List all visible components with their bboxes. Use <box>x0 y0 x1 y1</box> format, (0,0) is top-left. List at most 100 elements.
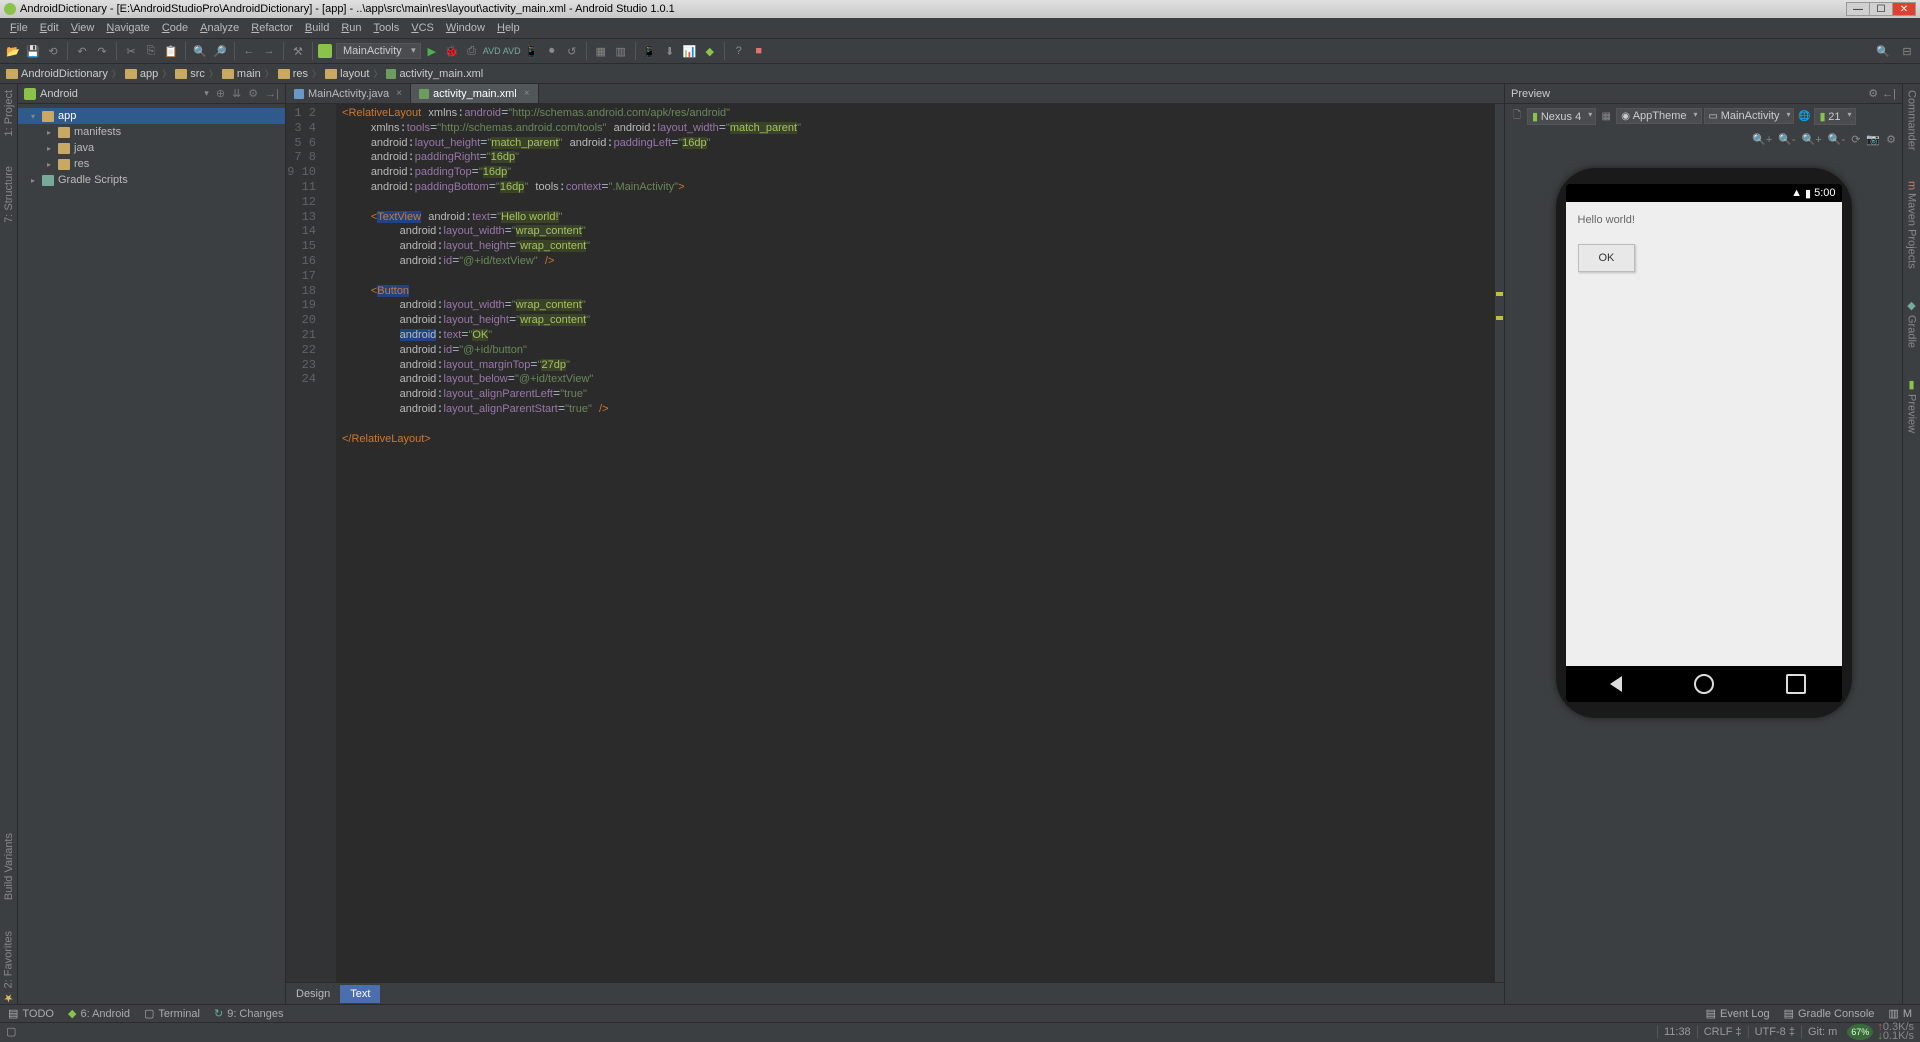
device-dropdown[interactable]: ▮ Nexus 4 <box>1527 108 1596 125</box>
menu-view[interactable]: View <box>65 20 101 36</box>
android-tool-button[interactable]: ◆ 6: Android <box>68 1007 130 1020</box>
menu-file[interactable]: File <box>4 20 34 36</box>
menu-analyze[interactable]: Analyze <box>194 20 245 36</box>
menu-refactor[interactable]: Refactor <box>245 20 299 36</box>
project-view-dropdown[interactable]: Android <box>40 88 200 100</box>
toggle-toolbar-icon[interactable]: ⊟ <box>1898 42 1916 60</box>
breadcrumb-item[interactable]: AndroidDictionary <box>6 68 108 80</box>
changes-tool-button[interactable]: ↻ 9: Changes <box>214 1007 283 1020</box>
menu-tools[interactable]: Tools <box>368 20 406 36</box>
cut-icon[interactable]: ✂ <box>122 42 140 60</box>
redo-icon[interactable]: ↷ <box>93 42 111 60</box>
close-tab-icon[interactable]: × <box>524 88 530 99</box>
project-tool-button[interactable]: 1: Project <box>3 90 15 136</box>
memory-tool-button[interactable]: ▥ M <box>1888 1007 1912 1020</box>
avd-manager-icon[interactable]: 📱 <box>641 42 659 60</box>
theme-dropdown[interactable]: ◉ AppTheme <box>1616 108 1701 124</box>
expand-icon[interactable]: ▸ <box>44 160 54 169</box>
record-icon[interactable]: ⏺ <box>543 42 561 60</box>
line-separator[interactable]: CRLF ‡ <box>1697 1026 1748 1038</box>
tree-item-res[interactable]: ▸res <box>18 156 285 172</box>
close-button[interactable]: ✕ <box>1892 2 1916 16</box>
design-tab[interactable]: Design <box>286 985 340 1003</box>
maximize-button[interactable]: ☐ <box>1869 2 1893 16</box>
build-variants-tool-button[interactable]: Build Variants <box>3 833 15 900</box>
git-branch[interactable]: Git: m <box>1801 1026 1843 1038</box>
forward-icon[interactable]: → <box>260 42 278 60</box>
run-icon[interactable]: ▶ <box>423 42 441 60</box>
terminal-tool-button[interactable]: ▢ Terminal <box>144 1007 200 1020</box>
save-icon[interactable]: 💾 <box>24 42 42 60</box>
replace-icon[interactable]: 🔎 <box>211 42 229 60</box>
preview-tool-button[interactable]: ▮Preview <box>1905 378 1918 433</box>
menu-code[interactable]: Code <box>156 20 194 36</box>
tree-item-app[interactable]: ▾app <box>18 108 285 124</box>
settings-icon[interactable]: ⚙ <box>1886 133 1896 146</box>
back-icon[interactable]: ← <box>240 42 258 60</box>
settings-icon[interactable]: ⚙ <box>1868 87 1878 100</box>
error-stripe[interactable] <box>1494 104 1504 982</box>
gradle-console-tool-button[interactable]: ▤ Gradle Console <box>1784 1007 1875 1020</box>
breadcrumb-item[interactable]: res <box>278 68 308 80</box>
todo-tool-button[interactable]: ▤ TODO <box>8 1007 54 1020</box>
paste-icon[interactable]: 📋 <box>162 42 180 60</box>
menu-edit[interactable]: Edit <box>34 20 65 36</box>
fold-gutter[interactable] <box>322 104 336 982</box>
undo-icon[interactable]: ↶ <box>73 42 91 60</box>
menu-navigate[interactable]: Navigate <box>100 20 155 36</box>
collapse-all-icon[interactable]: ⇊ <box>232 87 241 100</box>
avd-text-icon[interactable]: AVD <box>503 42 521 60</box>
refresh-icon[interactable]: ⟳ <box>1851 133 1860 146</box>
menu-help[interactable]: Help <box>491 20 526 36</box>
help-icon[interactable]: ? <box>730 42 748 60</box>
code-editor[interactable]: 1 2 3 4 5 6 7 8 9 10 11 12 13 14 15 16 1… <box>286 104 1504 982</box>
find-icon[interactable]: 🔍 <box>191 42 209 60</box>
structure-tool-button[interactable]: 7: Structure <box>3 166 15 223</box>
tree-item-java[interactable]: ▸java <box>18 140 285 156</box>
avd-text-icon[interactable]: AVD <box>483 42 501 60</box>
file-encoding[interactable]: UTF-8 ‡ <box>1748 1026 1801 1038</box>
api-dropdown[interactable]: ▮ 21 <box>1814 108 1855 125</box>
sdk-icon[interactable]: ▥ <box>612 42 630 60</box>
menu-window[interactable]: Window <box>440 20 491 36</box>
hide-panel-icon[interactable]: →| <box>265 88 279 100</box>
stop-icon[interactable]: ↺ <box>563 42 581 60</box>
sdk-manager-icon[interactable]: ⬇ <box>661 42 679 60</box>
orientation-icon[interactable]: 🗋 <box>1509 108 1525 124</box>
menu-build[interactable]: Build <box>299 20 335 36</box>
zoom-out2-icon[interactable]: 🔍- <box>1828 133 1845 146</box>
code-content[interactable]: <RelativeLayout xmlns:android="http://sc… <box>336 104 1494 982</box>
breadcrumb-item[interactable]: app <box>125 68 158 80</box>
make-icon[interactable]: ⚒ <box>289 42 307 60</box>
android-monitor-icon[interactable]: ◆ <box>701 42 719 60</box>
commander-tool-button[interactable]: Commander <box>1906 90 1918 151</box>
search-everywhere-icon[interactable]: 🔍 <box>1874 42 1892 60</box>
attach-icon[interactable]: ⎙ <box>463 42 481 60</box>
warning-marker[interactable] <box>1496 292 1503 296</box>
screenshot-icon[interactable]: 📷 <box>1866 133 1880 146</box>
activity-dropdown[interactable]: ▭ MainActivity <box>1704 108 1795 124</box>
memory-indicator[interactable]: 67% <box>1847 1024 1873 1040</box>
favorites-tool-button[interactable]: ★2: Favorites <box>2 931 15 1004</box>
tree-item-gradle-scripts[interactable]: ▸Gradle Scripts <box>18 172 285 188</box>
breadcrumb-item[interactable]: main <box>222 68 261 80</box>
expand-icon[interactable]: ▸ <box>44 128 54 137</box>
breadcrumb-item[interactable]: layout <box>325 68 369 80</box>
structure-icon[interactable]: ▦ <box>592 42 610 60</box>
scroll-from-source-icon[interactable]: ⊕ <box>216 87 225 100</box>
run-config-dropdown[interactable]: MainActivity <box>336 43 421 59</box>
event-log-tool-button[interactable]: ▤ Event Log <box>1706 1007 1770 1020</box>
feedback-icon[interactable]: ■ <box>750 42 768 60</box>
editor-tab[interactable]: MainActivity.java× <box>286 84 411 103</box>
copy-icon[interactable]: ⎘ <box>142 42 160 60</box>
multi-preview-icon[interactable]: ▦ <box>1598 108 1614 124</box>
zoom-in-icon[interactable]: 🔍+ <box>1752 133 1772 146</box>
settings-icon[interactable]: ⚙ <box>248 87 258 100</box>
text-tab[interactable]: Text <box>340 985 380 1003</box>
editor-tab[interactable]: activity_main.xml× <box>411 84 539 103</box>
gradle-tool-button[interactable]: ◆Gradle <box>1905 299 1918 348</box>
close-tab-icon[interactable]: × <box>396 88 402 99</box>
breadcrumb-item[interactable]: activity_main.xml <box>386 68 483 80</box>
maven-tool-button[interactable]: mMaven Projects <box>1906 181 1918 269</box>
ddms-icon[interactable]: 📊 <box>681 42 699 60</box>
